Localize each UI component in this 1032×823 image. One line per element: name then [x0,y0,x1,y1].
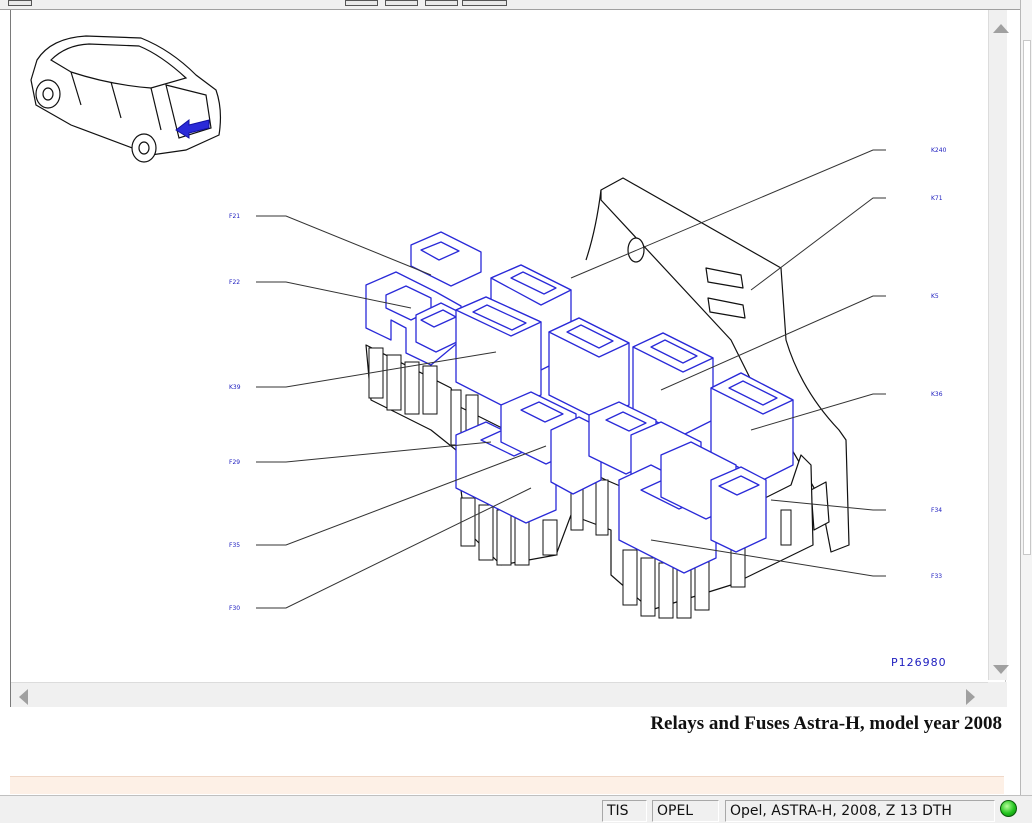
vertical-scrollbar[interactable] [988,10,1009,680]
diagram-title: Relays and Fuses Astra-H, model year 200… [650,713,1002,734]
callout-k71: K71 [931,195,943,202]
toolbar-button[interactable] [385,0,418,6]
callout-f29: F29 [229,459,240,466]
diagram-viewer[interactable]: K240 K71 K5 K36 F34 F33 F21 F22 K39 F29 … [10,10,1009,707]
scroll-up-icon[interactable] [993,24,1009,33]
fuse-box-diagram: K240 K71 K5 K36 F34 F33 F21 F22 K39 F29 … [30,35,947,619]
car-locator-icon [30,35,222,163]
toolbar-button[interactable] [425,0,458,6]
toolbar-button[interactable] [462,0,507,6]
scroll-down-icon[interactable] [993,665,1009,674]
scroll-left-icon[interactable] [19,689,28,705]
callout-k5: K5 [931,293,939,300]
callout-k39: K39 [229,384,241,391]
scrollbar-corner [988,682,1007,707]
callout-f30: F30 [229,605,240,612]
callout-f33: F33 [931,573,942,580]
callout-k36: K36 [931,391,943,398]
toolbar [0,0,1032,10]
outer-scrollbar[interactable] [1020,0,1032,795]
callout-f34: F34 [931,507,942,514]
status-brand: OPEL [652,800,719,822]
horizontal-scrollbar[interactable] [11,682,988,707]
status-system: TIS [602,800,647,822]
callout-f35: F35 [229,542,240,549]
connection-status-icon [1000,800,1017,817]
callout-f22: F22 [229,279,240,286]
callout-f21: F21 [229,213,240,220]
scroll-right-icon[interactable] [966,689,975,705]
status-bar: TIS OPEL Opel, ASTRA-H, 2008, Z 13 DTH [0,795,1032,823]
toolbar-button[interactable] [345,0,378,6]
callout-k240: K240 [931,147,947,154]
toolbar-button[interactable] [8,0,32,6]
info-panel [10,776,1004,794]
status-vehicle: Opel, ASTRA-H, 2008, Z 13 DTH [725,800,995,822]
outer-scrollbar-thumb[interactable] [1023,40,1031,555]
image-reference-number: P126980 [891,656,947,669]
